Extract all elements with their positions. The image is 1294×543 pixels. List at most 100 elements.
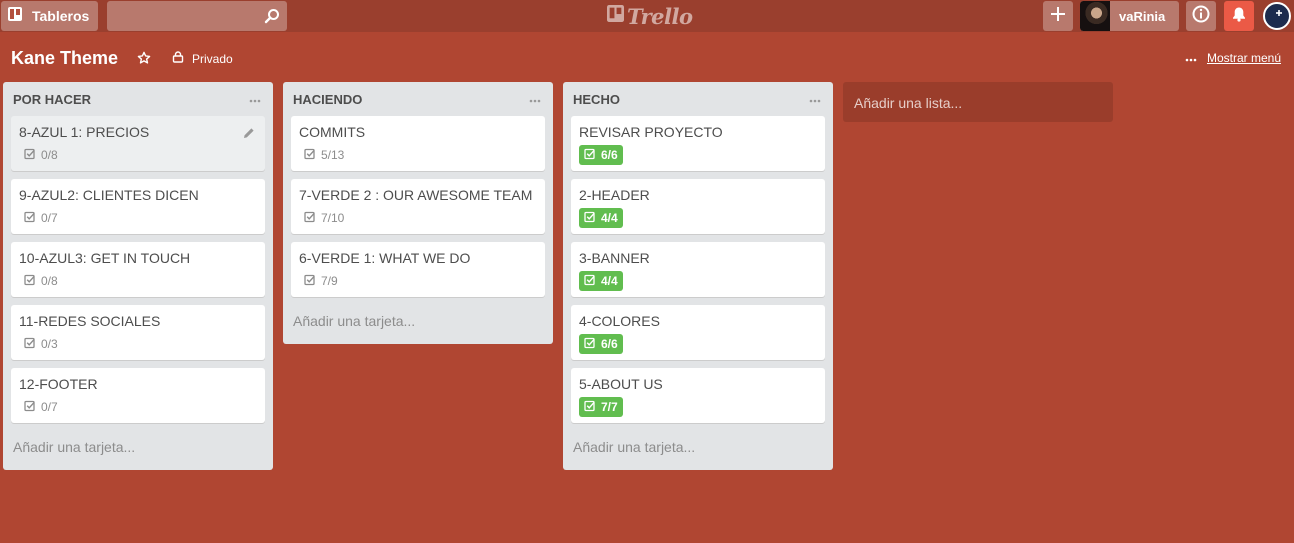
add-button[interactable]	[1043, 1, 1073, 31]
card-title: 3-BANNER	[579, 250, 650, 266]
card[interactable]: 4-COLORES 6/6	[571, 305, 825, 360]
add-list-button[interactable]: Añadir una lista...	[843, 82, 1113, 122]
card-title: 8-AZUL 1: PRECIOS	[19, 124, 150, 140]
search-box[interactable]	[107, 1, 287, 31]
trello-logo[interactable]: Trello	[607, 3, 693, 29]
list-header: POR HACER	[11, 82, 265, 116]
checklist-badge: 0/8	[19, 145, 63, 165]
list-menu-icon[interactable]	[529, 90, 541, 106]
checklist-count: 0/7	[41, 400, 58, 414]
list-menu-icon[interactable]	[249, 90, 261, 106]
boards-icon	[7, 6, 23, 27]
list-title[interactable]: POR HACER	[13, 92, 91, 107]
card[interactable]: 5-ABOUT US 7/7	[571, 368, 825, 423]
list-menu-icon[interactable]	[809, 90, 821, 106]
top-header: Tableros Trello vaRinia	[0, 0, 1294, 32]
board-title[interactable]: Kane Theme	[11, 48, 118, 69]
pencil-icon[interactable]	[243, 126, 255, 144]
list-hecho: HECHO REVISAR PROYECTO 6/6 2-HEADER 4/4 …	[563, 82, 833, 470]
privacy-button[interactable]: Privado	[172, 51, 233, 66]
show-menu-button[interactable]: Mostrar menú	[1185, 51, 1281, 65]
list-header: HECHO	[571, 82, 825, 116]
card-title: 7-VERDE 2 : OUR AWESOME TEAM	[299, 187, 533, 203]
checklist-icon	[584, 274, 596, 289]
checklist-badge: 7/10	[299, 208, 349, 228]
card-title: COMMITS	[299, 124, 366, 140]
checklist-icon	[24, 400, 36, 415]
checklist-icon	[24, 337, 36, 352]
checklist-badge: 5/13	[299, 145, 349, 165]
checklist-count: 4/4	[601, 274, 618, 288]
card[interactable]: 12-FOOTER 0/7	[11, 368, 265, 423]
card[interactable]: 6-VERDE 1: WHAT WE DO 7/9	[291, 242, 545, 297]
card-title: 5-ABOUT US	[579, 376, 663, 392]
add-card-button[interactable]: Añadir una tarjeta...	[291, 305, 545, 338]
checklist-icon	[24, 274, 36, 289]
card[interactable]: 11-REDES SOCIALES 0/3	[11, 305, 265, 360]
checklist-icon	[584, 337, 596, 352]
card[interactable]: 9-AZUL2: CLIENTES DICEN 0/7	[11, 179, 265, 234]
checklist-count: 0/8	[41, 148, 58, 162]
lock-icon	[172, 51, 184, 66]
card[interactable]: REVISAR PROYECTO 6/6	[571, 116, 825, 171]
add-card-button[interactable]: Añadir una tarjeta...	[571, 431, 825, 464]
checklist-icon	[304, 148, 316, 163]
account-button[interactable]	[1263, 2, 1291, 30]
checklist-count: 4/4	[601, 211, 618, 225]
boards-button[interactable]: Tableros	[1, 1, 98, 31]
list-por-hacer: POR HACER 8-AZUL 1: PRECIOS 0/8 9-AZUL2:…	[3, 82, 273, 470]
checklist-badge: 0/8	[19, 271, 63, 291]
card-title: 11-REDES SOCIALES	[19, 313, 161, 329]
account-add-icon	[1268, 5, 1286, 28]
card[interactable]: 10-AZUL3: GET IN TOUCH 0/8	[11, 242, 265, 297]
checklist-badge-complete: 6/6	[579, 334, 623, 354]
checklist-badge: 7/9	[299, 271, 343, 291]
list-header: HACIENDO	[291, 82, 545, 116]
checklist-icon	[584, 211, 596, 226]
checklist-badge-complete: 7/7	[579, 397, 623, 417]
checklist-count: 7/9	[321, 274, 338, 288]
plus-icon	[1050, 6, 1066, 27]
info-button[interactable]	[1186, 1, 1216, 31]
search-icon[interactable]	[264, 8, 280, 29]
checklist-badge-complete: 4/4	[579, 208, 623, 228]
checklist-count: 0/8	[41, 274, 58, 288]
card[interactable]: 3-BANNER 4/4	[571, 242, 825, 297]
username: vaRinia	[1119, 8, 1166, 24]
trello-wordmark: Trello	[627, 3, 693, 29]
user-menu-button[interactable]: vaRinia	[1080, 1, 1179, 31]
checklist-badge: 0/7	[19, 397, 63, 417]
card-title: 12-FOOTER	[19, 376, 98, 392]
checklist-badge: 0/3	[19, 334, 63, 354]
card[interactable]: 8-AZUL 1: PRECIOS 0/8	[11, 116, 265, 171]
notifications-button[interactable]	[1224, 1, 1254, 31]
privacy-label: Privado	[192, 51, 233, 66]
info-icon	[1192, 5, 1210, 28]
search-input[interactable]	[107, 1, 287, 31]
card[interactable]: 7-VERDE 2 : OUR AWESOME TEAM 7/10	[291, 179, 545, 234]
show-menu-label: Mostrar menú	[1206, 51, 1281, 65]
card[interactable]: 2-HEADER 4/4	[571, 179, 825, 234]
list-haciendo: HACIENDO COMMITS 5/13 7-VERDE 2 : OUR AW…	[283, 82, 553, 344]
checklist-count: 6/6	[601, 148, 618, 162]
checklist-count: 7/7	[601, 400, 618, 414]
checklist-count: 7/10	[321, 211, 345, 225]
list-title[interactable]: HACIENDO	[293, 92, 362, 107]
card[interactable]: COMMITS 5/13	[291, 116, 545, 171]
checklist-count: 6/6	[601, 337, 618, 351]
more-icon	[1185, 51, 1197, 65]
card-title: 2-HEADER	[579, 187, 650, 203]
checklist-count: 5/13	[321, 148, 345, 162]
boards-label: Tableros	[32, 8, 90, 24]
checklist-icon	[584, 400, 596, 415]
card-title: 6-VERDE 1: WHAT WE DO	[299, 250, 471, 266]
card-title: 4-COLORES	[579, 313, 660, 329]
star-icon[interactable]	[137, 51, 151, 70]
checklist-badge-complete: 4/4	[579, 271, 623, 291]
list-title[interactable]: HECHO	[573, 92, 620, 107]
checklist-icon	[304, 211, 316, 226]
card-title: 9-AZUL2: CLIENTES DICEN	[19, 187, 199, 203]
avatar	[1080, 1, 1110, 31]
add-card-button[interactable]: Añadir una tarjeta...	[11, 431, 265, 464]
card-title: 10-AZUL3: GET IN TOUCH	[19, 250, 191, 266]
